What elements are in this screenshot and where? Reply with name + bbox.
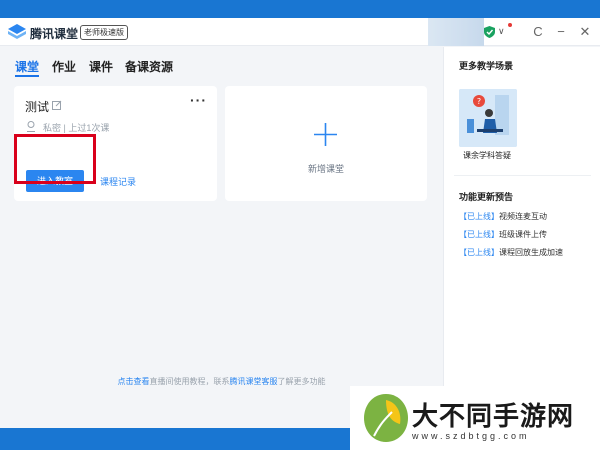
user-avatar-blurred[interactable] xyxy=(428,18,484,46)
enter-button-highlight-box xyxy=(14,134,96,184)
update-tag: 【已上线】 xyxy=(459,230,499,239)
minimize-button[interactable]: − xyxy=(552,23,570,41)
sidebar-divider xyxy=(454,175,591,176)
teacher-illustration-icon: ? xyxy=(459,89,517,147)
update-item[interactable]: 【已上线】视频连麦互动 xyxy=(459,211,547,222)
tab-homework[interactable]: 作业 xyxy=(52,58,76,75)
qa-scene-illustration[interactable]: ? xyxy=(459,89,517,147)
update-item[interactable]: 【已上线】班级课件上传 xyxy=(459,229,547,240)
customer-service-link[interactable]: 腾讯课堂客服 xyxy=(230,377,278,386)
scene-label[interactable]: 课余学科答疑 xyxy=(463,150,511,161)
plus-icon xyxy=(314,123,337,146)
active-tab-indicator xyxy=(15,75,39,77)
edit-icon[interactable] xyxy=(52,100,62,110)
svg-text:?: ? xyxy=(477,97,481,106)
notification-dot xyxy=(508,23,512,27)
tab-teaching-resources[interactable]: 备课资源 xyxy=(125,58,173,75)
watermark-logo-icon xyxy=(364,394,408,442)
site-watermark: 大不同手游网 www.szdbtgg.com xyxy=(350,386,600,450)
verified-shield-icon xyxy=(484,26,495,38)
watermark-url: www.szdbtgg.com xyxy=(412,431,530,441)
privacy-label: 私密 xyxy=(43,123,62,133)
updates-title: 功能更新预告 xyxy=(459,192,514,202)
tab-courseware[interactable]: 课件 xyxy=(89,58,113,75)
class-count: 上过1次课 xyxy=(68,123,110,133)
course-record-link[interactable]: 课程记录 xyxy=(100,175,136,188)
account-dropdown-icon[interactable]: ∨ xyxy=(498,26,505,37)
update-tag: 【已上线】 xyxy=(459,248,499,257)
new-classroom-label: 新增课堂 xyxy=(307,164,344,174)
app-title: 腾讯课堂 xyxy=(30,27,79,41)
update-text: 课程回放生成加速 xyxy=(499,248,563,257)
tencent-classroom-logo-icon xyxy=(8,24,26,39)
right-sidebar: 更多教学场景 ? 课余学科答疑 功能更新预告 【已上线】视频连麦互动 【已上线】… xyxy=(443,47,600,428)
meta-separator: | xyxy=(63,123,66,133)
more-options-icon[interactable]: ··· xyxy=(190,92,207,108)
desktop-background xyxy=(0,428,350,450)
class-meta: 私密 | 上过1次课 xyxy=(43,121,109,134)
view-tutorial-link[interactable]: 点击查看 xyxy=(118,377,150,386)
watermark-text: 大不同手游网 xyxy=(412,402,575,432)
footer-text-2: 了解更多功能 xyxy=(277,377,326,386)
update-text: 视频连麦互动 xyxy=(499,212,547,221)
refresh-button[interactable]: C xyxy=(529,23,547,41)
update-item[interactable]: 【已上线】课程回放生成加速 xyxy=(459,247,563,258)
app-window: 腾讯课堂 老师极速版 ∨ C − ✕ 课堂 作业 课件 备课资源 测试 ··· … xyxy=(0,18,600,428)
close-button[interactable]: ✕ xyxy=(576,23,594,41)
footer-text-1: 直播间使用教程，联系 xyxy=(149,377,230,386)
edition-badge: 老师极速版 xyxy=(80,25,128,40)
update-tag: 【已上线】 xyxy=(459,212,499,221)
title-bar: 腾讯课堂 老师极速版 ∨ C − ✕ xyxy=(0,18,600,46)
more-scenes-title: 更多教学场景 xyxy=(459,61,514,71)
tab-classroom[interactable]: 课堂 xyxy=(15,58,39,75)
new-classroom-card[interactable]: 新增课堂 xyxy=(225,86,427,201)
class-name: 测试 xyxy=(25,100,50,114)
update-text: 班级课件上传 xyxy=(499,230,547,239)
privacy-person-icon xyxy=(27,121,35,132)
